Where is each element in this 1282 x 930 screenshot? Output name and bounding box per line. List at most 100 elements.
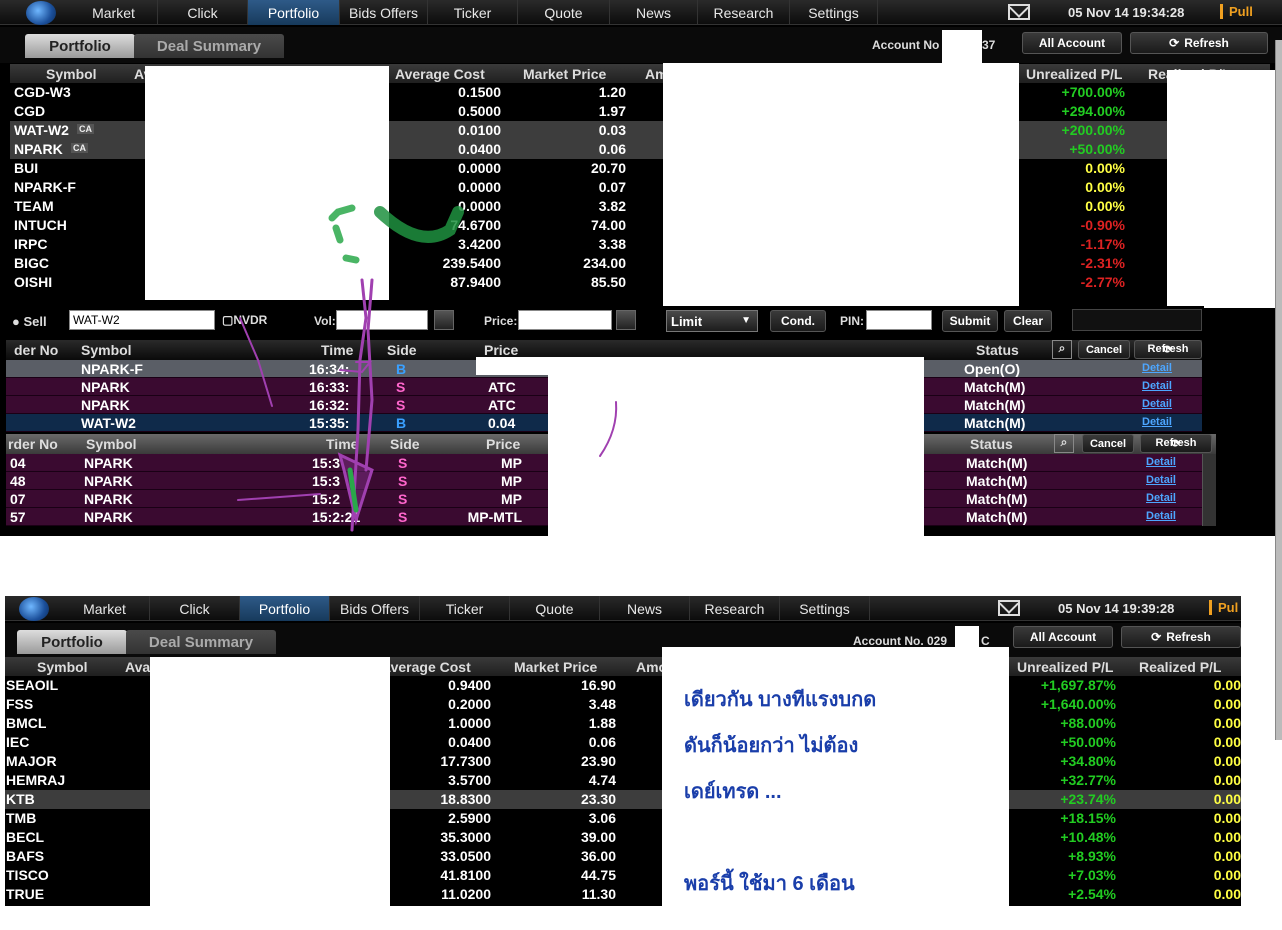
unrealized-cell: +88.00% (1060, 715, 1116, 731)
submit-button[interactable]: Submit (942, 310, 998, 332)
order-type-select[interactable]: Limit ▼ (666, 310, 758, 332)
pull-button[interactable]: Pull (1220, 4, 1253, 19)
detail-link[interactable]: Detail (1146, 474, 1176, 486)
menu-research[interactable]: Research (690, 596, 780, 621)
col-market-price[interactable]: Market Price (514, 659, 597, 675)
price-input[interactable] (518, 310, 612, 330)
sell-label: Sell (23, 314, 47, 329)
detail-link[interactable]: Detail (1142, 398, 1172, 410)
col-market-price[interactable]: Market Price (523, 66, 606, 82)
menu-bids-offers[interactable]: Bids Offers (340, 0, 428, 25)
symbol-cell: TEAM (14, 198, 54, 214)
detail-link[interactable]: Detail (1146, 510, 1176, 522)
order-time-cell: 15:35: (309, 415, 350, 431)
symbol-cell: CGD (14, 103, 46, 119)
unrealized-cell: +10.48% (1060, 829, 1116, 845)
menu-ticker[interactable]: Ticker (428, 0, 518, 25)
order-side-cell: S (398, 509, 408, 525)
col-symbol[interactable]: Symbol (37, 659, 88, 675)
all-account-button[interactable]: All Account (1013, 626, 1113, 648)
detail-link[interactable]: Detail (1142, 416, 1172, 428)
cond-button[interactable]: Cond. (770, 310, 826, 332)
order-side-cell: B (396, 415, 407, 431)
menu-click[interactable]: Click (150, 596, 240, 621)
refresh-button[interactable]: ⟳ Refresh (1130, 32, 1268, 54)
detail-link[interactable]: Detail (1142, 380, 1172, 392)
average-cost-cell: 18.8300 (440, 791, 491, 807)
market-price-cell: 39.00 (580, 829, 616, 845)
mail-icon[interactable] (998, 600, 1020, 616)
pin-input[interactable] (866, 310, 932, 330)
order-symbol-cell: NPARK-F (81, 361, 143, 377)
order-entry-bar: ● Sell WAT-W2 ▢NVDR Vol: Price: Limit ▼ C… (6, 306, 1204, 336)
menu-portfolio[interactable]: Portfolio (248, 0, 340, 25)
search-icon[interactable]: ⌕ (1054, 434, 1074, 453)
average-cost-cell: 3.5700 (448, 772, 491, 788)
detail-link[interactable]: Detail (1146, 456, 1176, 468)
search-icon[interactable]: ⌕ (1052, 340, 1072, 359)
menu-quote[interactable]: Quote (510, 596, 600, 621)
market-price-cell: 0.06 (588, 734, 616, 750)
refresh-icon: ⟳ (1151, 630, 1162, 644)
order-status-cell: Match(M) (966, 509, 1028, 525)
menu-click[interactable]: Click (158, 0, 248, 25)
detail-link[interactable]: Detail (1146, 492, 1176, 504)
tab-portfolio[interactable]: Portfolio (17, 630, 127, 654)
menu-research[interactable]: Research (698, 0, 790, 25)
tab-portfolio[interactable]: Portfolio (25, 34, 135, 58)
col-avg-partial[interactable]: Ava (125, 659, 150, 675)
redaction-patch (150, 657, 390, 906)
scrollbar[interactable] (1202, 454, 1216, 526)
unrealized-cell: +700.00% (1061, 84, 1125, 100)
detail-link[interactable]: Detail (1142, 362, 1172, 374)
col-symbol[interactable]: Symbol (46, 66, 97, 82)
menu-bids-offers[interactable]: Bids Offers (330, 596, 420, 621)
nvdr-checkbox[interactable]: ▢NVDR (222, 313, 267, 327)
symbol-cell: INTUCH (14, 217, 67, 233)
menu-settings[interactable]: Settings (790, 0, 878, 25)
mail-icon[interactable] (1008, 4, 1030, 20)
col-unrealized[interactable]: Unrealized P/L (1017, 659, 1113, 675)
order-refresh-button[interactable]: ⟳ Refresh (1140, 434, 1212, 453)
account-label: Account No. 029 (853, 634, 948, 648)
unrealized-cell: +7.03% (1068, 867, 1116, 883)
tab-deal-summary[interactable]: Deal Summary (126, 630, 276, 654)
order-refresh-button[interactable]: ⟳ Refresh (1134, 340, 1202, 359)
nvdr-label: NVDR (233, 313, 268, 327)
col-average-cost[interactable]: Average Cost (395, 66, 485, 82)
menu-market[interactable]: Market (60, 596, 150, 621)
order-side-cell: S (398, 491, 408, 507)
tab-deal-summary[interactable]: Deal Summary (134, 34, 284, 58)
price-stepper[interactable] (616, 310, 636, 330)
refresh-button[interactable]: ⟳ Refresh (1121, 626, 1241, 648)
volume-stepper[interactable] (434, 310, 454, 330)
col-average-cost[interactable]: Average Cost (381, 659, 471, 675)
menu-market[interactable]: Market (70, 0, 158, 25)
symbol-cell: IRPC (14, 236, 48, 252)
average-cost-cell: 0.2000 (448, 696, 491, 712)
cancel-button[interactable]: Cancel (1082, 434, 1134, 453)
symbol-input[interactable]: WAT-W2 (69, 310, 215, 330)
menu-quote[interactable]: Quote (518, 0, 610, 25)
market-price-cell: 1.20 (598, 84, 626, 100)
pull-button[interactable]: Pul (1209, 600, 1238, 615)
order-no-cell: 48 (10, 473, 26, 489)
menu-ticker[interactable]: Ticker (420, 596, 510, 621)
cancel-button[interactable]: Cancel (1078, 340, 1130, 359)
sell-radio[interactable]: ● Sell (12, 314, 47, 329)
account-suffix: C (981, 634, 990, 648)
order-symbol-cell: NPARK (84, 473, 133, 489)
clear-button[interactable]: Clear (1004, 310, 1052, 332)
menu-portfolio[interactable]: Portfolio (240, 596, 330, 621)
order-side-cell: B (396, 361, 407, 377)
order-status-cell: Match(M) (964, 379, 1026, 395)
symbol-cell: NPARK (14, 141, 63, 157)
redaction-patch (476, 357, 548, 375)
col-realized[interactable]: Realized P/L (1139, 659, 1221, 675)
volume-input[interactable] (336, 310, 428, 330)
all-account-button[interactable]: All Account (1022, 32, 1122, 54)
menu-settings[interactable]: Settings (780, 596, 870, 621)
menu-news[interactable]: News (600, 596, 690, 621)
col-unrealized[interactable]: Unrealized P/L (1026, 66, 1122, 82)
menu-news[interactable]: News (610, 0, 698, 25)
